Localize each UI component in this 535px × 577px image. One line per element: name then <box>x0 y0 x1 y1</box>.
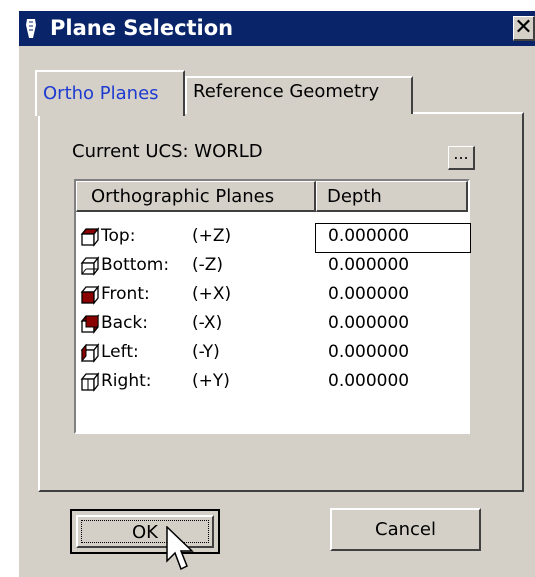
tab-reference-geometry[interactable]: Reference Geometry <box>185 76 413 114</box>
plane-axis: (+X) <box>192 284 232 304</box>
depth-value: 0.000000 <box>328 371 410 391</box>
ucs-browse-button[interactable]: ... <box>448 146 475 170</box>
table-row[interactable]: Front: (+X) 0.000000 <box>76 280 468 309</box>
plane-name: Front: <box>101 284 150 304</box>
window-title: Plane Selection <box>50 16 234 40</box>
plane-axis: (+Y) <box>192 371 230 391</box>
plane-name: Left: <box>101 342 139 362</box>
table-row[interactable]: Back: (-X) 0.000000 <box>76 309 468 338</box>
cube-back-icon <box>80 314 100 334</box>
current-ucs-label: Current UCS: WORLD <box>72 141 263 162</box>
cancel-button[interactable]: Cancel <box>330 508 481 551</box>
plane-name: Top: <box>101 226 136 246</box>
plane-axis: (+Z) <box>192 226 232 246</box>
plane-selection-dialog: Plane Selection ✕ Ortho Planes Reference… <box>0 0 535 577</box>
column-header-depth[interactable]: Depth <box>316 181 468 212</box>
cube-bottom-icon <box>80 256 100 276</box>
plane-name: Back: <box>101 313 148 333</box>
title-bar[interactable]: Plane Selection ✕ <box>19 11 535 46</box>
cube-top-icon <box>80 227 100 247</box>
ok-button[interactable]: OK <box>70 509 220 554</box>
table-row[interactable]: Bottom: (-Z) 0.000000 <box>76 251 468 280</box>
close-button[interactable]: ✕ <box>513 16 535 41</box>
plane-name: Bottom: <box>101 255 170 275</box>
cube-front-icon <box>80 285 100 305</box>
plane-axis: (-X) <box>192 313 223 333</box>
orthographic-planes-list[interactable]: Orthographic Planes Depth Top: (+Z) 0.00… <box>74 179 471 434</box>
depth-value: 0.000000 <box>328 284 410 304</box>
cube-left-icon <box>80 343 100 363</box>
depth-value: 0.000000 <box>328 342 410 362</box>
depth-value: 0.000000 <box>328 255 410 275</box>
plane-axis: (-Y) <box>192 342 220 362</box>
tab-label: Reference Geometry <box>193 81 380 102</box>
table-row[interactable]: Right: (+Y) 0.000000 <box>76 367 468 396</box>
depth-value: 0.000000 <box>328 313 410 333</box>
pen-nib-icon <box>26 19 36 38</box>
plane-name: Right: <box>101 371 152 391</box>
depth-value: 0.000000 <box>328 226 410 246</box>
table-row[interactable]: Left: (-Y) 0.000000 <box>76 338 468 367</box>
table-row[interactable]: Top: (+Z) 0.000000 <box>76 222 471 253</box>
tab-ortho-planes[interactable]: Ortho Planes <box>35 70 185 116</box>
column-header-planes[interactable]: Orthographic Planes <box>76 181 316 212</box>
cube-right-icon <box>80 372 100 392</box>
tab-label: Ortho Planes <box>43 83 159 104</box>
plane-axis: (-Z) <box>192 255 224 275</box>
close-icon: ✕ <box>514 15 533 40</box>
mouse-pointer-icon <box>166 526 194 571</box>
